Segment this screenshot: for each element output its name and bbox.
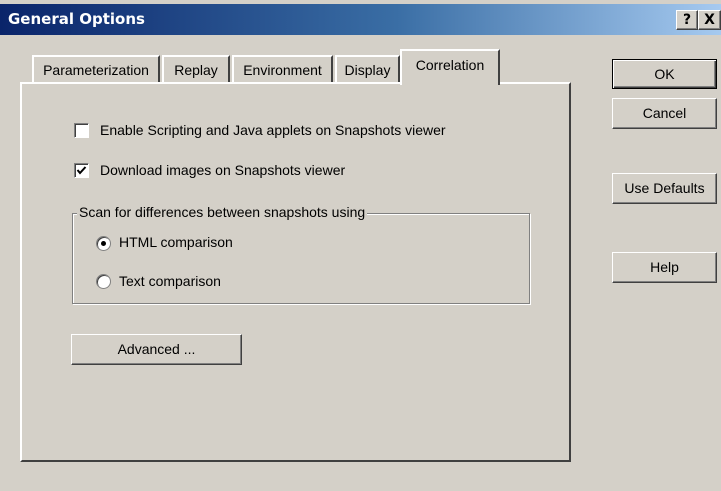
use-defaults-button[interactable]: Use Defaults [612, 173, 717, 204]
close-icon: X [704, 12, 715, 28]
tab-environment[interactable]: Environment [232, 55, 333, 82]
download-images-label: Download images on Snapshots viewer [100, 162, 346, 178]
general-options-dialog: General Options ? X Parameterization Rep… [0, 0, 721, 491]
title-bar: General Options ? X [0, 4, 721, 35]
ok-button-label: OK [654, 66, 675, 82]
radio-selected-dot [101, 241, 106, 246]
tab-display[interactable]: Display [335, 55, 400, 82]
close-button[interactable]: X [698, 10, 721, 30]
help-button-label: Help [650, 259, 679, 275]
tab-label: Replay [174, 62, 218, 78]
tab-label: Correlation [415, 57, 485, 73]
tab-label: Environment [243, 62, 322, 78]
checkmark-icon [76, 166, 87, 175]
tab-parameterization[interactable]: Parameterization [32, 55, 160, 82]
scan-group-legend: Scan for differences between snapshots u… [77, 204, 368, 220]
question-icon: ? [682, 12, 692, 28]
cancel-button[interactable]: Cancel [612, 98, 717, 129]
correlation-panel: Enable Scripting and Java applets on Sna… [20, 82, 571, 462]
tab-correlation[interactable]: Correlation [400, 49, 500, 85]
tab-label: Display [344, 62, 391, 78]
tab-label: Parameterization [43, 62, 149, 78]
enable-scripting-checkbox[interactable] [74, 123, 89, 138]
html-comparison-label: HTML comparison [119, 234, 233, 250]
download-images-checkbox[interactable] [74, 163, 89, 178]
tab-replay[interactable]: Replay [162, 55, 230, 82]
enable-scripting-label: Enable Scripting and Java applets on Sna… [100, 122, 446, 138]
use-defaults-button-label: Use Defaults [624, 180, 705, 196]
scan-differences-group: Scan for differences between snapshots u… [72, 204, 530, 304]
text-comparison-label: Text comparison [119, 273, 221, 289]
advanced-button[interactable]: Advanced ... [71, 334, 242, 365]
help-title-button[interactable]: ? [676, 10, 698, 30]
window-title: General Options [8, 10, 145, 28]
text-comparison-radio[interactable] [96, 274, 111, 289]
help-button[interactable]: Help [612, 252, 717, 283]
cancel-button-label: Cancel [642, 105, 687, 121]
ok-button[interactable]: OK [612, 59, 717, 89]
html-comparison-radio[interactable] [96, 236, 111, 251]
advanced-button-label: Advanced ... [117, 341, 196, 357]
